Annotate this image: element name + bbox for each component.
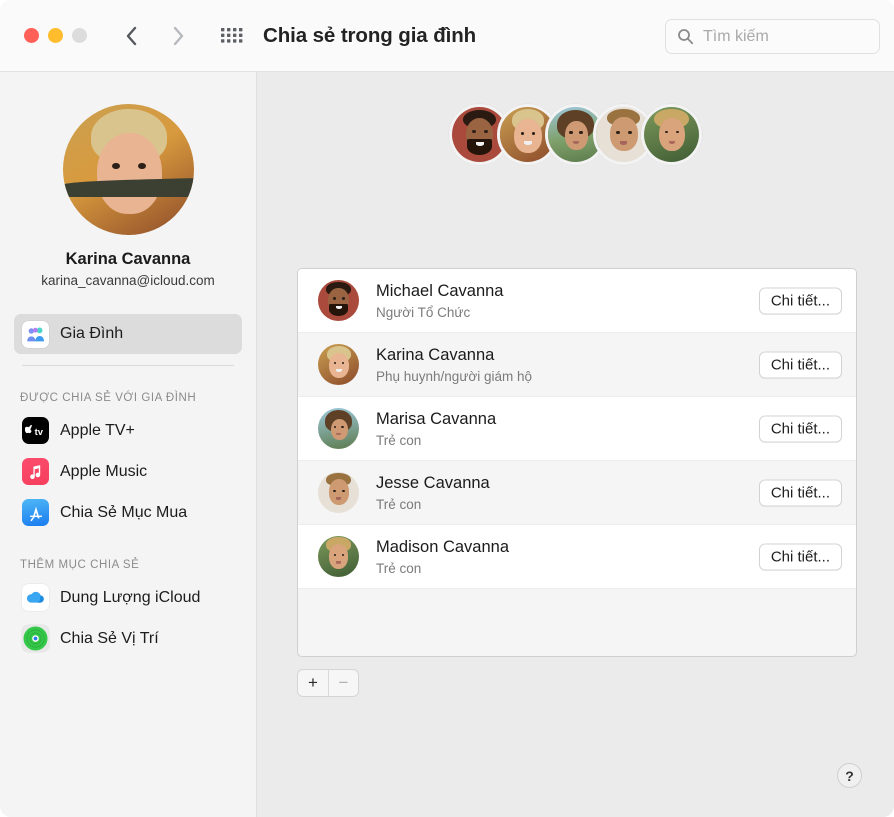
table-row[interactable]: Marisa Cavanna Trẻ con Chi tiết... [298,397,856,461]
details-button[interactable]: Chi tiết... [758,287,842,314]
window-body: Karina Cavanna karina_cavanna@icloud.com [0,72,894,817]
sidebar-item-label: Chia Sẻ Vị Trí [60,629,159,647]
sidebar-section-header-shared: ĐƯỢC CHIA SẺ VỚI GIA ĐÌNH [20,392,197,404]
profile-email: karina_cavanna@icloud.com [41,273,215,288]
main-content: Chia sẻ trong gia đình [257,72,894,817]
sidebar-primary-group: Gia Đình [0,314,256,354]
sidebar-item-label: Chia Sẻ Mục Mua [60,503,188,521]
search-placeholder: Tìm kiếm [703,27,769,45]
family-icon [22,320,49,348]
table-row[interactable]: Michael Cavanna Người Tổ Chức Chi tiết..… [298,269,856,333]
member-name: Marisa Cavanna [376,410,497,429]
apple-tv-icon: tv [22,417,49,444]
search-icon [678,29,694,45]
sidebar-item-purchase-sharing[interactable]: Chia Sẻ Mục Mua [14,492,242,533]
family-members-list: Michael Cavanna Người Tổ Chức Chi tiết..… [297,268,857,657]
details-button[interactable]: Chi tiết... [758,543,842,570]
member-name: Madison Cavanna [376,538,509,557]
details-button[interactable]: Chi tiết... [758,479,842,506]
app-store-icon [22,499,49,526]
grid-view-icon[interactable] [219,23,245,49]
window-title: Chia sẻ trong gia đình [263,23,477,47]
member-name: Karina Cavanna [376,346,495,365]
add-member-button[interactable]: + [298,670,328,696]
sidebar-item-family[interactable]: Gia Đình [14,314,242,354]
find-my-icon [22,625,49,652]
karina-face-art [62,104,194,235]
sidebar-section-header-more: THÊM MỤC CHIA SẺ [20,559,140,571]
family-avatar-stack [257,104,894,165]
table-row[interactable]: Jesse Cavanna Trẻ con Chi tiết... [298,461,856,525]
sidebar-item-location-sharing[interactable]: Chia Sẻ Vị Trí [14,618,242,659]
sidebar-item-apple-music[interactable]: Apple Music [14,451,242,492]
sidebar-profile: Karina Cavanna karina_cavanna@icloud.com [0,72,256,288]
family-sharing-window: Chia sẻ trong gia đình Tìm kiếm Karina C… [0,0,894,817]
svg-text:tv: tv [34,426,43,437]
traffic-light-group [24,28,87,43]
member-role: Người Tổ Chức [376,304,471,320]
details-button[interactable]: Chi tiết... [758,351,842,378]
remove-member-button[interactable]: − [328,670,358,696]
table-row[interactable]: Karina Cavanna Phụ huynh/người giám hộ C… [298,333,856,397]
profile-avatar [62,104,194,235]
sidebar-item-icloud-storage[interactable]: Dung Lượng iCloud [14,577,242,618]
member-role: Trẻ con [376,496,422,512]
member-role: Phụ huynh/người giám hộ [376,368,532,384]
zoom-button[interactable] [72,28,87,43]
profile-name: Karina Cavanna [65,250,191,268]
member-role: Trẻ con [376,560,422,576]
member-avatar [318,280,359,321]
member-avatar [318,472,359,513]
sidebar-item-label: Apple TV+ [60,421,135,439]
apple-music-icon [22,458,49,485]
add-remove-control: + − [297,669,359,697]
minimize-button[interactable] [48,28,63,43]
help-button[interactable]: ? [837,763,862,788]
window-titlebar: Chia sẻ trong gia đình Tìm kiếm [0,0,894,72]
sidebar-divider [22,365,234,366]
table-row[interactable]: Madison Cavanna Trẻ con Chi tiết... [298,525,856,589]
chevron-right-icon[interactable] [167,23,189,49]
member-name: Michael Cavanna [376,282,504,301]
member-avatar [318,344,359,385]
sidebar-item-apple-tv[interactable]: tv Apple TV+ [14,410,242,451]
sidebar-item-label: Dung Lượng iCloud [60,588,201,606]
sidebar-item-label: Gia Đình [60,325,124,342]
sidebar-item-label: Apple Music [60,462,148,480]
stack-avatar-madison [641,104,702,165]
member-avatar [318,408,359,449]
close-button[interactable] [24,28,39,43]
search-field[interactable]: Tìm kiếm [665,19,880,54]
member-role: Trẻ con [376,432,422,448]
details-button[interactable]: Chi tiết... [758,415,842,442]
member-name: Jesse Cavanna [376,474,490,493]
chevron-left-icon[interactable] [121,23,143,49]
sidebar: Karina Cavanna karina_cavanna@icloud.com [0,72,257,817]
member-avatar [318,536,359,577]
navigation-buttons [121,23,189,49]
icloud-icon [22,584,49,611]
